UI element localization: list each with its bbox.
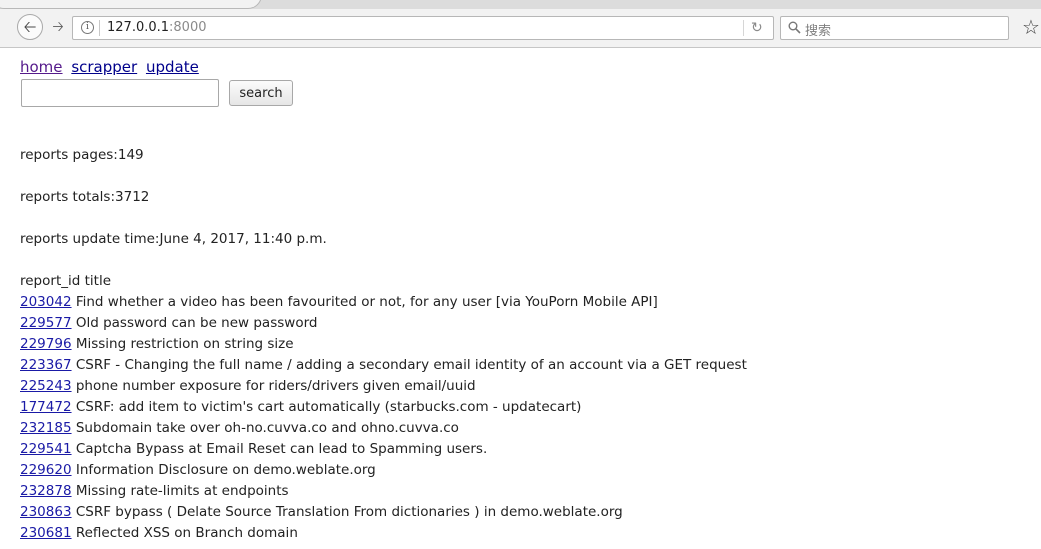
report-title: Old password can be new password — [75, 315, 318, 331]
back-button[interactable]: 🡠 — [17, 14, 43, 40]
report-list: 203042 Find whether a video has been fav… — [20, 293, 747, 545]
nav-link-scrapper[interactable]: scrapper — [71, 58, 137, 76]
forward-button[interactable]: 🡢 — [48, 20, 68, 34]
url-port: :8000 — [169, 20, 207, 35]
list-item: 230681 Reflected XSS on Branch domain — [20, 524, 747, 545]
report-title: CSRF: add item to victim's cart automati… — [75, 399, 582, 415]
page-content: home scrapper update search reports page… — [0, 48, 1041, 549]
report-id-link[interactable]: 225243 — [20, 378, 72, 394]
star-icon[interactable]: ☆ — [1022, 16, 1040, 38]
report-title: Reflected XSS on Branch domain — [75, 525, 298, 541]
list-item: 177472 CSRF: add item to victim's cart a… — [20, 398, 747, 419]
back-arrow-icon: 🡠 — [23, 17, 37, 36]
report-id-link[interactable]: 230863 — [20, 504, 72, 520]
report-title: CSRF - Changing the full name / adding a… — [75, 357, 747, 373]
list-item: 225243 phone number exposure for riders/… — [20, 377, 747, 398]
query-input[interactable] — [21, 79, 219, 107]
report-id-link[interactable]: 229541 — [20, 441, 72, 457]
reports-update-label: reports update time: — [20, 231, 160, 247]
report-title: CSRF bypass ( Delate Source Translation … — [75, 504, 623, 520]
report-id-link[interactable]: 223367 — [20, 357, 72, 373]
reports-totals-label: reports totals: — [20, 189, 116, 205]
nav-link-update[interactable]: update — [146, 58, 199, 76]
list-item: 232878 Missing rate-limits at endpoints — [20, 482, 747, 503]
report-title: Missing rate-limits at endpoints — [75, 483, 289, 499]
list-item: 223367 CSRF - Changing the full name / a… — [20, 356, 747, 377]
forward-arrow-icon: 🡢 — [52, 19, 64, 35]
url-host: 127.0.0.1 — [107, 20, 170, 35]
tab-strip — [0, 0, 1041, 9]
list-header: report_id title — [20, 273, 111, 289]
report-title: Missing restriction on string size — [75, 336, 294, 352]
url-text[interactable]: 127.0.0.1:8000 — [107, 20, 207, 35]
reports-pages-label: reports pages: — [20, 147, 118, 163]
reports-update-time: reports update time:June 4, 2017, 11:40 … — [20, 231, 327, 247]
list-item: 232185 Subdomain take over oh-no.cuvva.c… — [20, 419, 747, 440]
report-id-link[interactable]: 229796 — [20, 336, 72, 352]
report-title: phone number exposure for riders/drivers… — [75, 378, 476, 394]
list-item: 229541 Captcha Bypass at Email Reset can… — [20, 440, 747, 461]
list-header-id: report_id — [20, 273, 81, 289]
browser-search-box[interactable]: 搜索 — [780, 16, 1009, 40]
reports-pages: reports pages:149 — [20, 147, 144, 163]
reports-update-value: June 4, 2017, 11:40 p.m. — [159, 231, 327, 247]
report-id-link[interactable]: 177472 — [20, 399, 72, 415]
reload-icon[interactable]: ↻ — [751, 19, 763, 37]
report-id-link[interactable]: 229577 — [20, 315, 72, 331]
report-title: Captcha Bypass at Email Reset can lead t… — [75, 441, 488, 457]
report-title: Subdomain take over oh-no.cuvva.co and o… — [75, 420, 459, 436]
report-id-link[interactable]: 232185 — [20, 420, 72, 436]
info-icon[interactable]: i — [81, 21, 94, 34]
active-tab[interactable] — [0, 0, 262, 9]
url-separator — [99, 20, 100, 36]
list-item: 229620 Information Disclosure on demo.we… — [20, 461, 747, 482]
report-id-link[interactable]: 232878 — [20, 483, 72, 499]
report-id-link[interactable]: 203042 — [20, 294, 72, 310]
report-title: Find whether a video has been favourited… — [75, 294, 658, 310]
browser-toolbar: 🡠 🡢 i 127.0.0.1:8000 ↻ 搜索 ☆ — [0, 9, 1041, 48]
list-item: 203042 Find whether a video has been fav… — [20, 293, 747, 314]
list-item: 229577 Old password can be new password — [20, 314, 747, 335]
list-header-title: title — [84, 273, 112, 289]
site-nav: home scrapper update — [20, 58, 203, 76]
search-button[interactable]: search — [229, 80, 293, 106]
list-item: 230863 CSRF bypass ( Delate Source Trans… — [20, 503, 747, 524]
report-id-link[interactable]: 229620 — [20, 462, 72, 478]
report-id-link[interactable]: 230681 — [20, 525, 72, 541]
list-item: 229796 Missing restriction on string siz… — [20, 335, 747, 356]
nav-link-home[interactable]: home — [20, 58, 63, 76]
search-icon — [788, 21, 801, 34]
reports-pages-value: 149 — [117, 147, 144, 163]
search-placeholder: 搜索 — [805, 24, 832, 39]
reports-totals-value: 3712 — [115, 189, 150, 205]
address-bar[interactable]: i 127.0.0.1:8000 ↻ — [72, 16, 774, 40]
reload-separator — [743, 20, 744, 36]
report-title: Information Disclosure on demo.weblate.o… — [75, 462, 376, 478]
reports-totals: reports totals:3712 — [20, 189, 149, 205]
